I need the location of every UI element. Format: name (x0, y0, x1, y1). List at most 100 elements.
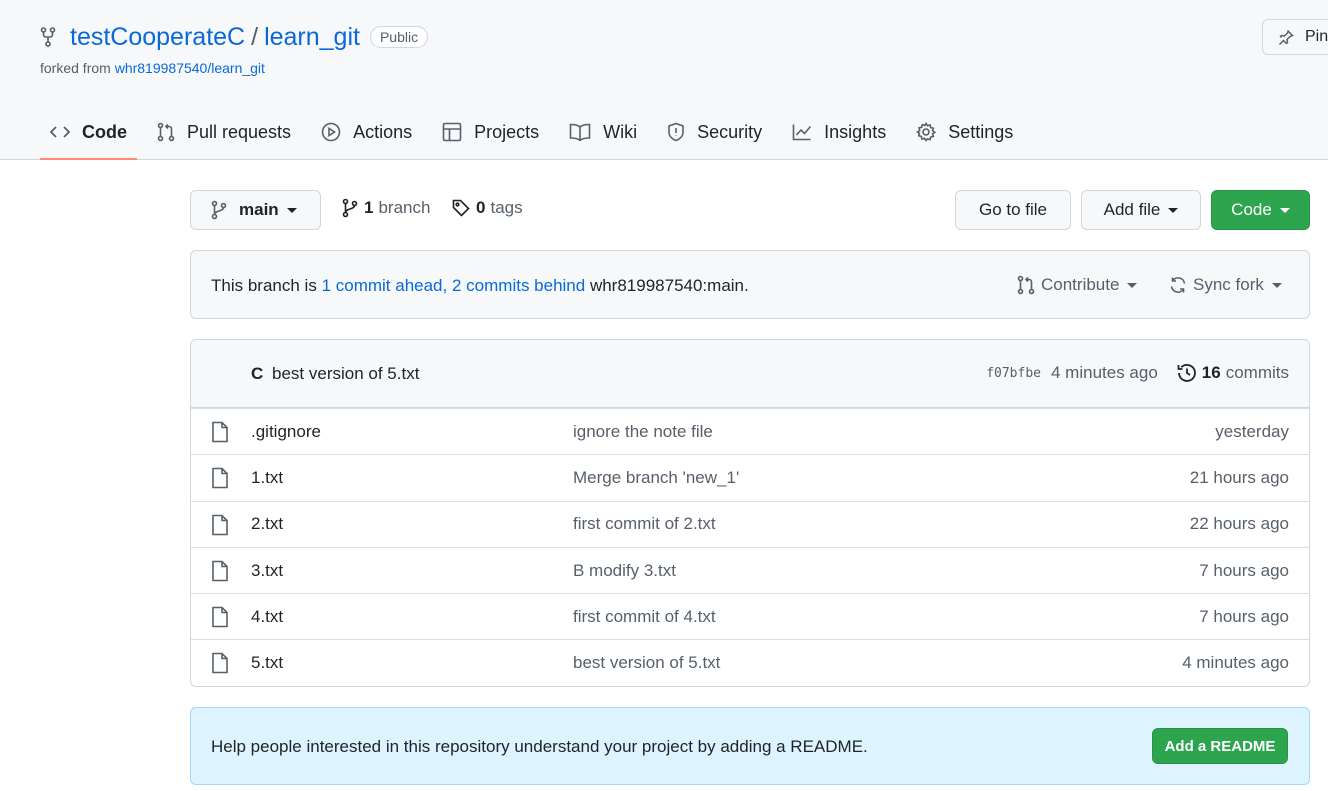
tab-label: Pull requests (187, 121, 292, 142)
latest-commit-bar: C best version of 5.txt f07bfbe 4 minute… (191, 340, 1309, 408)
commit-info: f07bfbe 4 minutes ago 16 commits (986, 362, 1289, 384)
branch-select-button[interactable]: main (190, 190, 321, 230)
file-commit-message[interactable]: best version of 5.txt (573, 653, 720, 673)
repo-owner-link[interactable]: testCooperateC (70, 23, 245, 52)
file-icon (212, 606, 228, 628)
tab-insights[interactable]: Insights (782, 106, 896, 158)
tab-security[interactable]: Security (657, 106, 772, 158)
forked-source-link[interactable]: whr819987540/learn_git (115, 60, 265, 76)
path-separator: / (251, 22, 259, 51)
commit-author[interactable]: C (251, 364, 263, 383)
tab-label: Settings (948, 121, 1014, 142)
file-commit-message[interactable]: B modify 3.txt (573, 561, 676, 581)
code-button[interactable]: Code (1211, 190, 1310, 230)
repo-forked-icon (40, 26, 60, 48)
forked-from-line: forked from whr819987540/learn_git (40, 60, 265, 76)
file-name-link[interactable]: .gitignore (251, 422, 321, 442)
file-commit-message[interactable]: first commit of 4.txt (573, 607, 716, 627)
tab-label: Actions (353, 121, 413, 142)
file-age: 22 hours ago (1189, 514, 1289, 534)
git-branch-icon (342, 198, 358, 218)
table-row: .gitignore ignore the note file yesterda… (191, 408, 1309, 454)
file-commit-message[interactable]: ignore the note file (573, 422, 713, 442)
add-readme-button[interactable]: Add a README (1152, 728, 1288, 764)
table-row: 2.txt first commit of 2.txt 22 hours ago (191, 500, 1309, 547)
pin-icon (1278, 29, 1294, 46)
fork-status-suffix: whr819987540:main. (589, 276, 749, 295)
repo-name-link[interactable]: learn_git (264, 23, 360, 52)
pin-button[interactable]: Pin (1262, 19, 1328, 55)
file-commit-message[interactable]: Merge branch 'new_1' (573, 468, 739, 488)
repo-tabs: Code Pull requests Actions Projects Wiki… (40, 106, 1033, 160)
file-name-link[interactable]: 1.txt (251, 468, 283, 488)
table-row: 1.txt Merge branch 'new_1' 21 hours ago (191, 454, 1309, 500)
tab-actions[interactable]: Actions (311, 106, 422, 158)
add-file-button[interactable]: Add file (1081, 190, 1201, 230)
latest-commit-message[interactable]: C best version of 5.txt (251, 364, 419, 384)
code-icon (50, 126, 70, 138)
repo-header: testCooperateC / learn_git Public forked… (0, 0, 1328, 160)
tab-wiki[interactable]: Wiki (559, 106, 647, 158)
commit-word: commits (1225, 363, 1289, 382)
branch-name: main (239, 200, 279, 219)
tab-label: Security (697, 121, 763, 142)
contribute-label: Contribute (1041, 275, 1120, 294)
forked-from-label: forked from (40, 60, 111, 76)
file-name-link[interactable]: 5.txt (251, 653, 283, 673)
commit-time: 4 minutes ago (1051, 363, 1158, 382)
tag-word: tags (490, 198, 523, 217)
branches-link[interactable]: 1 branch (342, 198, 430, 218)
tags-link[interactable]: 0 tags (452, 198, 523, 218)
file-icon (212, 514, 228, 535)
commit-sha[interactable]: f07bfbe (986, 366, 1041, 381)
tab-label: Projects (474, 121, 540, 142)
file-name-link[interactable]: 3.txt (251, 561, 283, 581)
file-icon (212, 467, 228, 489)
sync-fork-label: Sync fork (1193, 275, 1264, 294)
chevron-down-icon (286, 207, 297, 213)
table-row: 4.txt first commit of 4.txt 7 hours ago (191, 593, 1309, 639)
commits-behind-link[interactable]: 2 commits behind (452, 276, 585, 295)
readme-message: Help people interested in this repositor… (211, 737, 868, 756)
tab-label: Wiki (603, 121, 638, 142)
tab-settings[interactable]: Settings (906, 106, 1023, 158)
sync-icon (1170, 277, 1186, 293)
file-age: yesterday (1215, 421, 1289, 441)
commit-message: best version of 5.txt (272, 364, 420, 383)
tab-code[interactable]: Code (40, 106, 137, 160)
commits-history-link[interactable]: 16 commits (1176, 362, 1289, 384)
readme-banner: Help people interested in this repositor… (190, 707, 1310, 785)
file-age: 4 minutes ago (1182, 653, 1289, 673)
file-commit-message[interactable]: first commit of 2.txt (573, 514, 716, 534)
commits-ahead-link[interactable]: 1 commit ahead, (322, 276, 448, 295)
tag-count: 0 (476, 198, 486, 217)
add-file-label: Add file (1103, 200, 1161, 219)
contribute-button[interactable]: Contribute (1017, 275, 1138, 295)
fork-status-banner: This branch is 1 commit ahead, 2 commits… (190, 250, 1310, 319)
tag-icon (452, 199, 470, 217)
git-pull-request-icon (157, 122, 175, 142)
go-to-file-button[interactable]: Go to file (955, 190, 1071, 230)
tab-label: Insights (824, 121, 887, 142)
file-age: 7 hours ago (1199, 560, 1289, 580)
code-button-label: Code (1231, 200, 1272, 219)
gear-icon (916, 122, 937, 142)
table-icon (442, 122, 462, 142)
table-row: 5.txt best version of 5.txt 4 minutes ag… (191, 639, 1309, 685)
git-branch-icon (211, 200, 227, 220)
file-name-link[interactable]: 2.txt (251, 514, 283, 534)
graph-icon (792, 124, 812, 141)
history-icon (1177, 364, 1196, 382)
sync-fork-button[interactable]: Sync fork (1169, 275, 1282, 295)
git-pull-request-icon (1017, 275, 1035, 295)
repo-title-line: testCooperateC / learn_git Public (40, 20, 429, 54)
chevron-down-icon (1168, 207, 1179, 213)
tab-projects[interactable]: Projects (432, 106, 549, 158)
file-icon (212, 653, 228, 674)
tab-label: Code (82, 121, 127, 142)
file-name-link[interactable]: 4.txt (251, 607, 283, 627)
go-to-file-label: Go to file (978, 200, 1048, 219)
chevron-down-icon (1271, 282, 1282, 288)
tab-pull-requests[interactable]: Pull requests (147, 106, 301, 158)
table-row: 3.txt B modify 3.txt 7 hours ago (191, 546, 1309, 593)
